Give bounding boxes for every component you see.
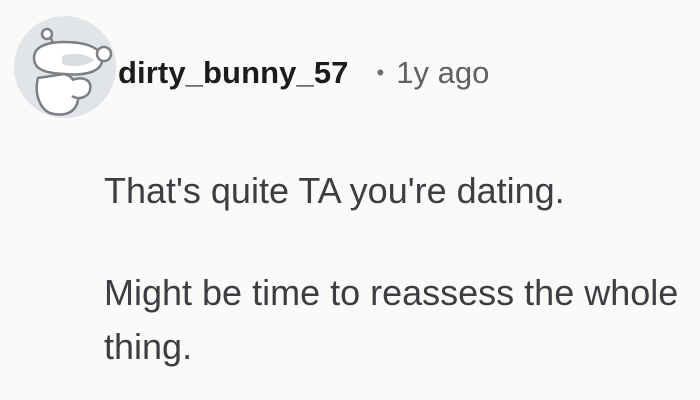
comment-paragraph: Might be time to reassess the whole thin…: [104, 272, 679, 367]
comment-meta: dirty_bunny_57 • 1y ago: [118, 52, 489, 94]
username-link[interactable]: dirty_bunny_57: [118, 55, 349, 91]
comment-body: That's quite TA you're dating. Might be …: [104, 164, 690, 374]
timestamp[interactable]: 1y ago: [396, 55, 489, 91]
separator-dot: •: [376, 60, 385, 85]
comment-paragraph: That's quite TA you're dating.: [104, 170, 565, 211]
avatar[interactable]: [14, 16, 116, 118]
comment-card: dirty_bunny_57 • 1y ago That's quite TA …: [0, 0, 700, 400]
snoo-avatar-icon: [32, 27, 113, 116]
